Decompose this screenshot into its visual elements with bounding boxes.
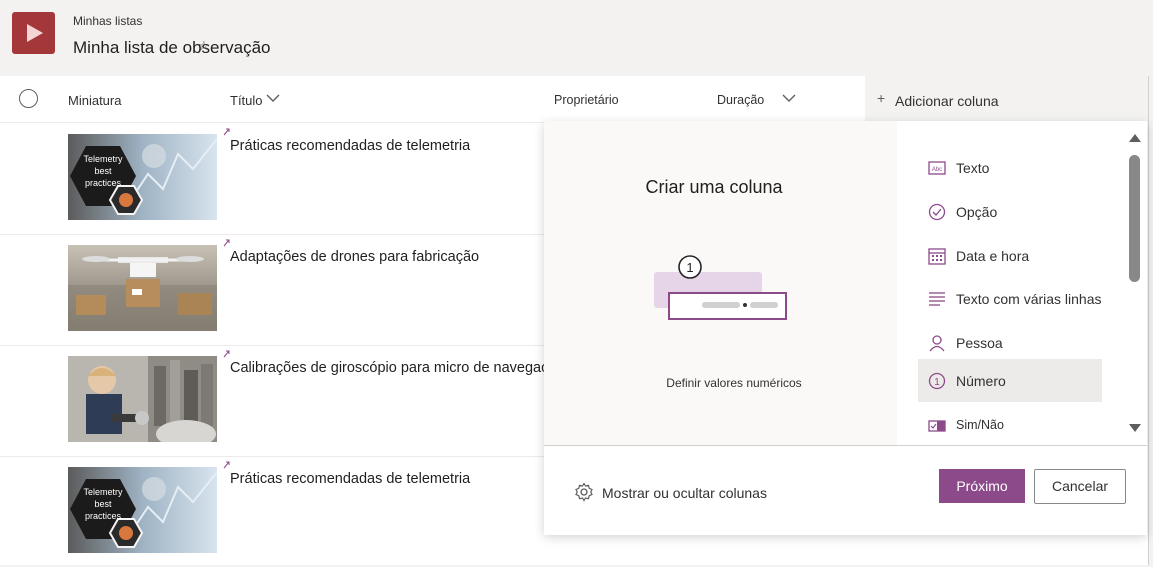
thumbnail-image	[68, 245, 217, 331]
scrollbar-thumb[interactable]	[1129, 155, 1140, 282]
column-type-yesno[interactable]: Sim/Não	[918, 404, 1102, 447]
thumbnail-text: best	[94, 499, 112, 509]
thumbnail-text: Telemetry	[83, 487, 123, 497]
person-icon	[929, 335, 945, 352]
column-type-label: Opção	[956, 204, 998, 220]
page-title: Minha lista de observação	[73, 38, 271, 57]
column-header-row: Miniatura Título Proprietário Duração	[0, 76, 865, 123]
column-type-number[interactable]: 1 Número	[918, 359, 1102, 402]
svg-text:1: 1	[934, 377, 940, 388]
column-header-duration[interactable]: Duração	[717, 93, 764, 107]
chevron-down-icon[interactable]	[782, 94, 796, 103]
panel-heading: Criar uma coluna	[645, 177, 783, 197]
chevron-down-icon[interactable]	[266, 94, 280, 103]
star-icon[interactable]: ☆	[198, 38, 210, 54]
thumbnail-image: Telemetry best practices	[68, 467, 217, 553]
row-title[interactable]: Práticas recomendadas de telemetria	[230, 471, 470, 487]
choice-icon	[928, 203, 946, 221]
column-preview: Criar uma coluna 1 Definir valores numér…	[544, 121, 897, 445]
create-column-panel: Criar uma coluna 1 Definir valores numér…	[544, 121, 1147, 535]
plus-icon: +	[877, 90, 886, 106]
select-all-checkbox[interactable]	[19, 89, 38, 108]
gear-icon	[575, 482, 593, 502]
list-row[interactable]: Telemetry best practices Práticas recome…	[0, 123, 545, 235]
list-row[interactable]: Telemetry best practices Práticas recome…	[0, 456, 545, 567]
thumbnail-image	[68, 356, 217, 442]
row-title[interactable]: Práticas recomendadas de telemetria	[230, 138, 470, 154]
list-row[interactable]: Calibrações de giroscópio para micro de …	[0, 345, 614, 457]
column-type-label: Texto	[956, 160, 990, 176]
column-type-datetime[interactable]: Data e hora	[918, 234, 1102, 277]
column-type-label: Sim/Não	[956, 418, 1004, 432]
column-type-multiline[interactable]: Texto com várias linhas	[918, 277, 1102, 320]
new-item-icon	[223, 239, 230, 247]
svg-text:Abc: Abc	[932, 167, 942, 173]
app-icon[interactable]	[12, 12, 55, 54]
scroll-down-arrow-icon[interactable]	[1128, 423, 1142, 433]
add-column-button[interactable]: + Adicionar coluna	[865, 76, 1148, 122]
play-icon	[27, 24, 43, 42]
new-item-icon	[223, 461, 230, 469]
text-icon: Abc	[928, 161, 946, 175]
show-hide-columns-link[interactable]: Mostrar ou ocultar colunas	[574, 482, 767, 507]
column-header-title[interactable]: Título	[230, 93, 263, 108]
column-type-label: Texto com várias linhas	[956, 291, 1102, 307]
new-item-icon	[223, 128, 230, 136]
add-column-label: Adicionar coluna	[895, 93, 999, 109]
illustration-number: 1	[686, 260, 693, 275]
scroll-up-arrow-icon[interactable]	[1128, 133, 1142, 143]
new-item-icon	[223, 350, 230, 358]
column-header-owner[interactable]: Proprietário	[554, 93, 619, 107]
show-hide-columns-label: Mostrar ou ocultar colunas	[602, 485, 767, 501]
row-title[interactable]: Adaptações de drones para fabricação	[230, 249, 479, 265]
thumbnail-text: practices	[85, 178, 122, 188]
number-icon: 1	[928, 372, 946, 390]
column-type-label: Pessoa	[956, 335, 1003, 351]
column-type-person[interactable]: Pessoa	[918, 321, 1102, 364]
number-column-illustration: 1	[654, 255, 787, 320]
thumbnail-image: Telemetry best practices	[68, 134, 217, 220]
breadcrumb[interactable]: Minhas listas	[73, 14, 142, 28]
column-type-label: Número	[956, 373, 1006, 389]
column-type-choice[interactable]: Opção	[918, 190, 1102, 233]
column-type-label: Data e hora	[956, 248, 1030, 264]
list-row[interactable]: Adaptações de drones para fabricação	[0, 234, 545, 346]
calendar-icon	[928, 248, 946, 265]
thumbnail-text: Telemetry	[83, 154, 123, 164]
thumbnail-text: best	[94, 166, 112, 176]
multiline-text-icon	[929, 292, 945, 306]
next-button[interactable]: Próximo	[939, 469, 1025, 503]
panel-description: Definir valores numéricos	[666, 376, 802, 390]
cancel-button[interactable]: Cancelar	[1034, 469, 1126, 504]
panel-footer: Mostrar ou ocultar colunas Próximo Cance…	[544, 445, 1147, 535]
column-header-thumbnail[interactable]: Miniatura	[68, 93, 121, 108]
column-type-text[interactable]: Abc Texto	[918, 146, 1102, 189]
yes-no-icon	[928, 420, 946, 432]
thumbnail-text: practices	[85, 511, 122, 521]
